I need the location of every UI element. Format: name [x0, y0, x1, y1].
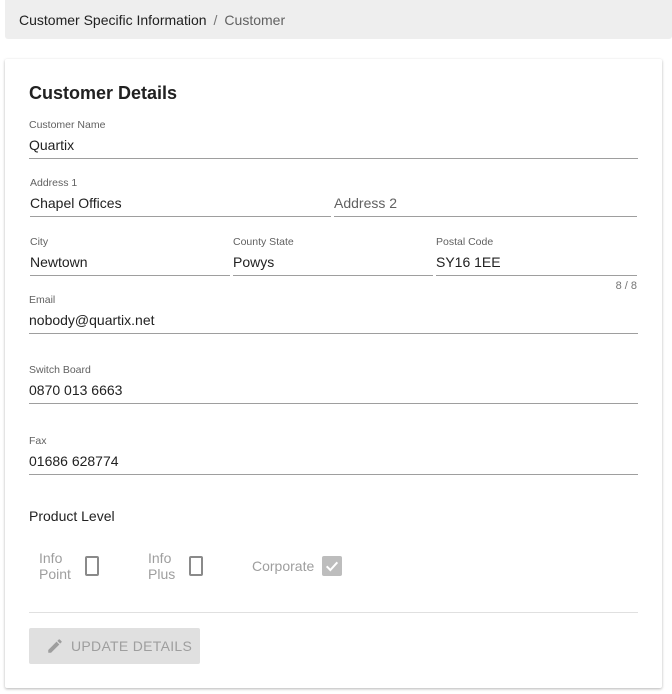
- switch-board-label: Switch Board: [29, 364, 91, 376]
- breadcrumb-current: Customer: [224, 11, 286, 28]
- postal-code-field[interactable]: Postal Code SY16 1EE: [436, 236, 637, 276]
- card-title: Customer Details: [29, 83, 178, 103]
- switch-board-field[interactable]: Switch Board 0870 013 6663: [29, 364, 638, 404]
- address2-placeholder: Address 2: [334, 195, 398, 211]
- breadcrumb: Customer Specific Information / Customer: [5, 0, 672, 39]
- switch-board-value: 0870 013 6663: [29, 382, 123, 398]
- customer-details-card: Customer Details Customer Name Quartix A…: [5, 59, 662, 688]
- email-field[interactable]: Email nobody@quartix.net: [29, 294, 638, 334]
- info-plus-checkbox-box[interactable]: [189, 556, 204, 576]
- info-plus-checkbox[interactable]: Info Plus: [148, 550, 204, 582]
- email-value: nobody@quartix.net: [29, 312, 155, 328]
- info-point-checkbox-box[interactable]: [84, 556, 99, 576]
- breadcrumb-separator: /: [213, 11, 218, 28]
- breadcrumb-parent-link[interactable]: Customer Specific Information: [19, 12, 207, 28]
- info-point-checkbox[interactable]: Info Point: [39, 550, 99, 582]
- switch-board-underline: [29, 403, 638, 404]
- county-state-label: County State: [233, 236, 294, 248]
- corporate-label: Corporate: [252, 558, 315, 574]
- postal-code-label: Postal Code: [436, 236, 494, 248]
- update-details-label: UPDATE DETAILS: [71, 638, 193, 654]
- county-state-value: Powys: [233, 254, 275, 270]
- fax-field[interactable]: Fax 01686 628774: [29, 435, 638, 475]
- county-state-underline: [233, 275, 433, 276]
- city-underline: [30, 275, 230, 276]
- address1-value: Chapel Offices: [30, 195, 122, 211]
- city-value: Newtown: [30, 254, 88, 270]
- fax-underline: [29, 474, 638, 475]
- city-field[interactable]: City Newtown: [30, 236, 230, 276]
- fax-value: 01686 628774: [29, 453, 119, 469]
- city-label: City: [30, 236, 49, 248]
- corporate-checkbox-box[interactable]: [322, 556, 343, 576]
- customer-name-field[interactable]: Customer Name Quartix: [29, 119, 638, 159]
- county-state-field[interactable]: County State Powys: [233, 236, 433, 276]
- email-label: Email: [29, 294, 56, 306]
- address1-underline: [30, 216, 331, 217]
- info-plus-label: Info Plus: [148, 550, 176, 582]
- product-level-label: Product Level: [29, 508, 115, 524]
- address1-field[interactable]: Address 1 Chapel Offices: [30, 177, 331, 217]
- postal-code-value: SY16 1EE: [436, 254, 501, 270]
- address2-field[interactable]: Address 2: [334, 177, 637, 217]
- checkmark-icon: [326, 561, 339, 572]
- email-underline: [29, 333, 638, 334]
- actions-divider: [29, 612, 638, 613]
- postal-code-underline: [436, 275, 637, 276]
- customer-name-value: Quartix: [29, 137, 75, 153]
- address2-underline: [334, 216, 637, 217]
- customer-name-underline: [29, 158, 638, 159]
- info-point-label: Info Point: [39, 550, 71, 582]
- corporate-checkbox[interactable]: Corporate: [252, 555, 343, 577]
- address1-label: Address 1: [30, 177, 78, 189]
- pencil-icon: [46, 637, 64, 655]
- update-details-button[interactable]: UPDATE DETAILS: [29, 628, 200, 664]
- customer-name-label: Customer Name: [29, 119, 106, 131]
- postal-code-counter: 8 / 8: [615, 280, 637, 292]
- fax-label: Fax: [29, 435, 47, 447]
